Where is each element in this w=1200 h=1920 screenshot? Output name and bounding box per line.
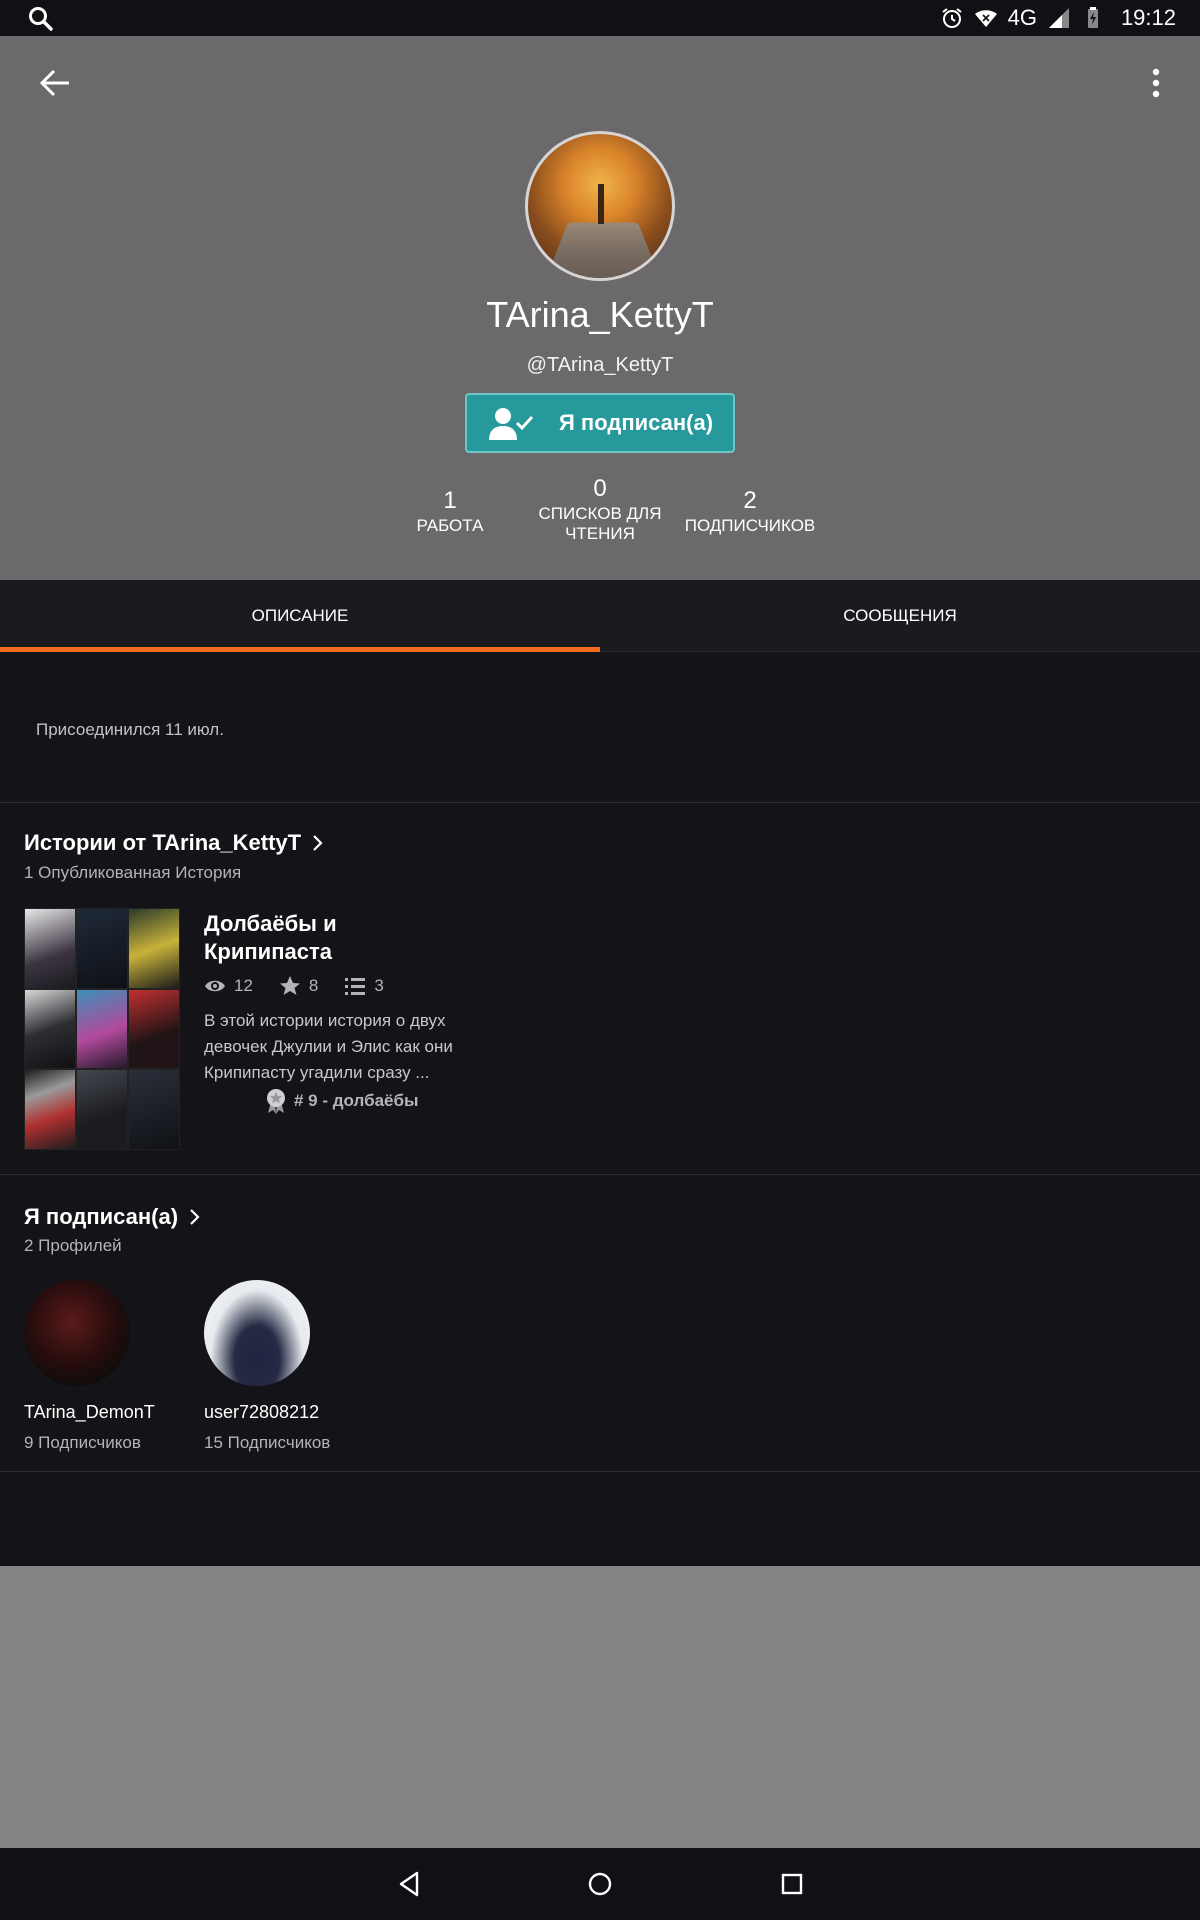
story-votes: 8 bbox=[308, 976, 319, 995]
following-section-header[interactable]: Я подписан(а) bbox=[24, 1204, 202, 1230]
nav-back-icon[interactable] bbox=[393, 1868, 425, 1900]
stat-reading-lists-value: 0 bbox=[593, 475, 607, 502]
stat-works-label: РАБОТА bbox=[416, 516, 484, 535]
tab-bar: ОПИСАНИЕ СООБЩЕНИЯ bbox=[0, 580, 1200, 652]
story-reads: 12 bbox=[234, 976, 253, 995]
following-followers: 9 Подписчиков bbox=[24, 1433, 141, 1452]
status-bar: 4G 19:12 bbox=[0, 0, 1200, 36]
story-meta: 12 8 3 bbox=[204, 976, 384, 996]
tab-about[interactable]: ОПИСАНИЕ bbox=[0, 580, 600, 652]
stories-section-subtitle: 1 Опубликованная История bbox=[24, 863, 242, 882]
stat-works-value: 1 bbox=[443, 487, 457, 514]
profile-avatar[interactable] bbox=[525, 131, 675, 281]
divider bbox=[0, 1174, 1200, 1175]
following-followers: 15 Подписчиков bbox=[204, 1433, 331, 1452]
user-check-icon bbox=[489, 408, 534, 440]
back-arrow-icon[interactable] bbox=[38, 66, 72, 100]
nav-recents-icon[interactable] bbox=[776, 1868, 808, 1900]
stories-section-title: Истории от TArina_KettyT bbox=[24, 830, 302, 855]
following-avatar[interactable] bbox=[24, 1280, 130, 1386]
profile-header: TArina_KettyT @TArina_KettyT Я подписан(… bbox=[0, 36, 1200, 580]
star-icon bbox=[279, 976, 300, 995]
divider bbox=[0, 802, 1200, 803]
divider bbox=[0, 1471, 1200, 1472]
following-profile-card[interactable]: TArina_DemonT 9 Подписчиков bbox=[24, 1280, 204, 1453]
stat-followers-label: ПОДПИСЧИКОВ bbox=[684, 516, 816, 535]
story-rank-text: # 9 - долбаёбы bbox=[294, 1091, 419, 1110]
following-button-label: Я подписан(а) bbox=[559, 410, 714, 435]
joined-date: Присоединился 11 июл. bbox=[36, 720, 224, 739]
profile-display-name: TArina_KettyT bbox=[486, 294, 714, 335]
chevron-right-icon bbox=[190, 1209, 200, 1225]
system-nav-bar bbox=[0, 1848, 1200, 1920]
following-section-subtitle: 2 Профилей bbox=[24, 1236, 122, 1255]
profile-content: ОПИСАНИЕ СООБЩЕНИЯ Присоединился 11 июл.… bbox=[0, 580, 1200, 1566]
stat-followers-value: 2 bbox=[743, 487, 757, 514]
stories-section-header[interactable]: Истории от TArina_KettyT bbox=[24, 830, 325, 856]
battery-icon bbox=[1087, 7, 1098, 28]
following-name[interactable]: TArina_DemonT bbox=[24, 1402, 204, 1423]
signal-icon bbox=[1048, 8, 1069, 28]
story-cover[interactable] bbox=[24, 908, 180, 1150]
rank-medal-icon bbox=[267, 1089, 285, 1114]
more-vertical-icon[interactable] bbox=[1148, 66, 1164, 100]
chevron-right-icon bbox=[313, 835, 323, 851]
alarm-icon bbox=[941, 8, 962, 28]
list-icon bbox=[345, 978, 366, 995]
stat-works[interactable]: 1 РАБОТА bbox=[375, 486, 525, 536]
following-section-title: Я подписан(а) bbox=[24, 1204, 179, 1229]
story-rank-badge[interactable]: # 9 - долбаёбы bbox=[264, 1088, 419, 1114]
clock: 19:12 bbox=[1120, 5, 1176, 30]
following-avatar[interactable] bbox=[204, 1280, 310, 1386]
following-profile-card[interactable]: user72808212 15 Подписчиков bbox=[204, 1280, 384, 1453]
story-title[interactable]: Долбаёбы и Крипипаста bbox=[204, 910, 444, 966]
tab-messages[interactable]: СООБЩЕНИЯ bbox=[600, 580, 1200, 652]
story-parts: 3 bbox=[374, 976, 384, 995]
stat-reading-lists[interactable]: 0 СПИСКОВ ДЛЯ ЧТЕНИЯ bbox=[525, 474, 675, 544]
story-description: В этой истории история о двух девочек Дж… bbox=[204, 1011, 453, 1082]
nav-home-icon[interactable] bbox=[584, 1868, 616, 1900]
stat-followers[interactable]: 2 ПОДПИСЧИКОВ bbox=[675, 486, 825, 536]
search-icon[interactable] bbox=[28, 6, 54, 32]
profile-handle: @TArina_KettyT bbox=[526, 354, 674, 376]
network-type: 4G bbox=[1007, 5, 1037, 30]
eye-icon bbox=[205, 980, 225, 992]
stat-reading-lists-label: СПИСКОВ ДЛЯ ЧТЕНИЯ bbox=[538, 504, 662, 543]
wifi-icon bbox=[974, 10, 997, 27]
following-name[interactable]: user72808212 bbox=[204, 1402, 384, 1423]
following-button[interactable]: Я подписан(а) bbox=[465, 393, 735, 453]
